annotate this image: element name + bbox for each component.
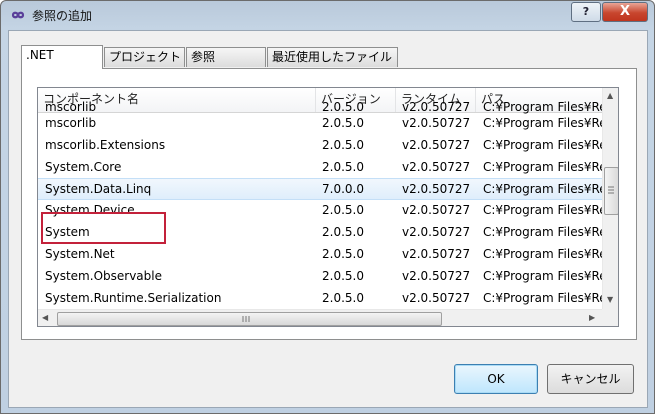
cell-name: System.Observable [45, 269, 162, 283]
cell-path: C:¥Program Files¥Re [483, 247, 602, 261]
list-row-selected[interactable]: System.Data.Linq 7.0.0.0 v2.0.50727 C:¥P… [38, 178, 602, 200]
cell-runtime: v2.0.50727 [402, 182, 471, 196]
cell-path: C:¥Program Files¥Re [483, 138, 602, 152]
cell-name: mscorlib.Extensions [45, 138, 166, 152]
cell-runtime: v2.0.50727 [402, 247, 471, 261]
list-row[interactable]: System.Device 2.0.5.0 v2.0.50727 C:¥Prog… [38, 200, 602, 222]
list-row[interactable]: System.Net 2.0.5.0 v2.0.50727 C:¥Program… [38, 244, 602, 266]
add-reference-dialog: 参照の追加 ? X .NET プロジェクト 参照 最近使用したファイル コンポー… [0, 0, 655, 414]
list-row[interactable]: System 2.0.5.0 v2.0.50727 C:¥Program Fil… [38, 222, 602, 244]
tab-recent[interactable]: 最近使用したファイル [267, 47, 398, 67]
cell-runtime: v2.0.50727 [402, 116, 471, 130]
infinity-icon [11, 11, 25, 19]
scroll-down-arrow-icon[interactable]: ▼ [607, 295, 613, 304]
cell-name: mscorlib [45, 116, 97, 130]
dialog-client-area: .NET プロジェクト 参照 最近使用したファイル コンポーネント名 バージョン… [8, 30, 648, 408]
scroll-up-arrow-icon[interactable]: ▲ [607, 91, 613, 100]
cell-version: 2.0.5.0 [322, 291, 364, 305]
cell-name: System.Core [45, 160, 122, 174]
cell-path: C:¥Program Files¥Re [483, 203, 602, 217]
cell-name: System [45, 225, 90, 239]
cell-path: C:¥Program Files¥Re [483, 160, 602, 174]
cell-version: 2.0.5.0 [322, 247, 364, 261]
cell-runtime: v2.0.50727 [402, 291, 471, 305]
cell-runtime: v2.0.50727 [402, 203, 471, 217]
list-row[interactable]: mscorlib.Extensions 2.0.5.0 v2.0.50727 C… [38, 135, 602, 157]
cell-runtime: v2.0.50727 [402, 269, 471, 283]
grip-icon [242, 316, 250, 322]
tab-browse[interactable]: 参照 [186, 47, 266, 67]
component-list[interactable]: コンポーネント名 バージョン ランタイム パス mscorlib 2.0.5.0… [37, 87, 619, 327]
horizontal-scrollbar[interactable]: ◀ ▶ [38, 309, 602, 326]
cancel-button[interactable]: キャンセル [547, 364, 634, 394]
cell-version: 2.0.5.0 [322, 203, 364, 217]
scroll-left-arrow-icon[interactable]: ◀ [42, 313, 48, 322]
scroll-right-arrow-icon[interactable]: ▶ [589, 313, 595, 322]
cell-name: System.Runtime.Serialization [45, 291, 222, 305]
grip-icon [608, 186, 614, 194]
list-row[interactable]: mscorlib 2.0.5.0 v2.0.50727 C:¥Program F… [38, 113, 602, 135]
cell-path: C:¥Program Files¥Re [483, 291, 602, 305]
cell-name: System.Data.Linq [45, 182, 152, 196]
cell-runtime: v2.0.50727 [402, 225, 471, 239]
title-bar[interactable]: 参照の追加 ? X [1, 1, 654, 29]
cell-runtime: v2.0.50727 [402, 138, 471, 152]
tab-net[interactable]: .NET [21, 45, 103, 69]
cell-runtime: v2.0.50727 [402, 160, 471, 174]
list-row[interactable]: System.Observable 2.0.5.0 v2.0.50727 C:¥… [38, 266, 602, 288]
cell-version: 2.0.5.0 [322, 116, 364, 130]
vertical-scroll-thumb[interactable] [604, 167, 618, 215]
close-button[interactable]: X [602, 2, 648, 22]
cell-path: C:¥Program Files¥Re [483, 225, 602, 239]
list-row[interactable]: System.Runtime.Serialization 2.0.5.0 v2.… [38, 288, 602, 310]
scrollbar-corner [602, 309, 618, 326]
cell-version: 2.0.5.0 [322, 160, 364, 174]
cell-name: System.Device [45, 203, 135, 217]
cell-name: System.Net [45, 247, 115, 261]
cell-version: 2.0.5.0 [322, 225, 364, 239]
cell-version: 2.0.5.0 [322, 269, 364, 283]
help-button[interactable]: ? [571, 2, 601, 22]
vertical-scrollbar[interactable]: ▲ ▼ [602, 88, 618, 309]
cell-version: 2.0.5.0 [322, 138, 364, 152]
cell-version: 7.0.0.0 [322, 182, 364, 196]
list-row[interactable]: System.Core 2.0.5.0 v2.0.50727 C:¥Progra… [38, 157, 602, 179]
cell-path: C:¥Program Files¥Re [483, 116, 602, 130]
horizontal-scroll-thumb[interactable] [57, 312, 442, 326]
window-title: 参照の追加 [32, 9, 93, 23]
tab-panel-net: コンポーネント名 バージョン ランタイム パス mscorlib 2.0.5.0… [21, 68, 637, 340]
tab-project[interactable]: プロジェクト [104, 47, 185, 67]
ok-button[interactable]: OK [454, 364, 538, 394]
cell-path: C:¥Program Files¥Re [483, 269, 602, 283]
cell-path: C:¥Program Files¥Re [483, 182, 602, 196]
